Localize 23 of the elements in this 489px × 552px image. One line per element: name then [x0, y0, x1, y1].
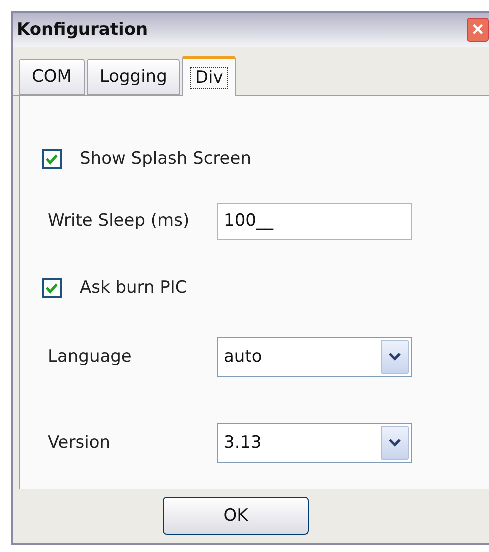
chevron-down-icon — [389, 439, 401, 447]
dropdown[interactable]: 3.13 — [217, 423, 412, 463]
field-label: Language — [47, 347, 133, 367]
tab[interactable]: Logging — [86, 59, 180, 95]
tab[interactable]: COM — [19, 59, 85, 95]
dropdown[interactable]: auto — [217, 337, 412, 377]
checkbox-label: Show Splash Screen — [80, 149, 252, 169]
field-label: Version — [47, 433, 112, 453]
dropdown-value: 3.13 — [223, 433, 262, 453]
dropdown-button[interactable] — [381, 340, 409, 374]
checkbox[interactable] — [42, 278, 62, 298]
input-field[interactable]: 100__ — [217, 202, 412, 240]
checkbox-label: Ask burn PIC — [80, 278, 188, 298]
ok-button[interactable]: OK — [163, 497, 309, 535]
check-icon — [46, 282, 58, 294]
dropdown-value: auto — [223, 347, 262, 367]
check-icon — [46, 154, 58, 164]
tab[interactable]: Div — [182, 56, 236, 96]
checkbox[interactable] — [42, 149, 62, 169]
chevron-down-icon — [389, 353, 401, 361]
window-title: Konfiguration — [17, 20, 148, 40]
dropdown-button[interactable] — [381, 426, 409, 460]
field-label: Write Sleep (ms) — [47, 211, 191, 231]
